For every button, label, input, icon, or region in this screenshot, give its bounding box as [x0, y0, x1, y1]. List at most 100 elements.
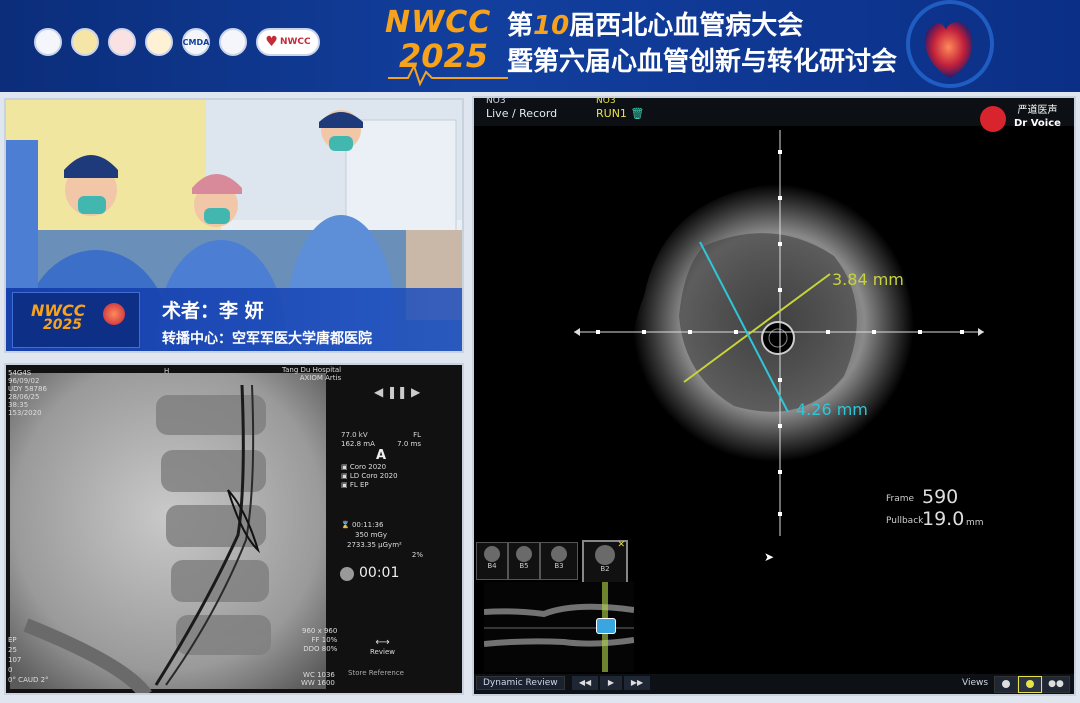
info-line: 153/2020 — [8, 409, 42, 417]
dose-percent: 2% — [411, 551, 423, 559]
sponsor-logos: CMDA ♥ NWCC — [34, 28, 320, 56]
cmda-logo: CMDA — [182, 28, 210, 56]
watermark-cn: 严道医声 — [1017, 105, 1058, 116]
angle-line: 107 — [8, 656, 22, 664]
ddo-value: DDO 80% — [303, 645, 338, 653]
heart-graphic-icon — [906, 0, 994, 88]
ww-value: WW 1600 — [301, 679, 335, 687]
tab-live-record[interactable]: Live / Record — [486, 107, 557, 120]
thumb-label: B4 — [487, 562, 497, 570]
info-line: 28/06/25 — [8, 393, 40, 401]
info-line: 96/09/02 — [8, 377, 40, 385]
store-reference-button[interactable]: Store Reference — [348, 669, 404, 677]
society-logo-3 — [108, 28, 136, 56]
angle-line: 0° CAUD 2° — [8, 676, 49, 684]
bookmark-thumb[interactable]: B5 — [508, 542, 540, 580]
view-single-button[interactable] — [994, 676, 1018, 693]
program-item[interactable]: ▣ LD Coro 2020 — [341, 472, 421, 481]
wc-value: WC 1036 — [303, 671, 335, 679]
thumb-label: B2 — [600, 565, 610, 573]
measurement-diameter-2: 4.26 mm — [796, 400, 868, 419]
tab-top-label: NO3 — [486, 96, 506, 106]
thumb-close-icon[interactable]: ✕ — [617, 540, 625, 550]
thumb-label: B5 — [519, 562, 529, 570]
brand-line1: NWCC — [385, 5, 492, 40]
view-lumen-button[interactable] — [1018, 676, 1042, 693]
review-arrow-icon: ⟷ — [375, 637, 390, 648]
system-name: AXIOM Artis — [299, 374, 342, 382]
kv-value: 77.0 kV — [341, 431, 368, 439]
program-letter: A — [375, 448, 387, 463]
thumb-ivus-icon — [484, 546, 500, 562]
window-level: WC 1036 WW 1600 — [301, 671, 335, 687]
timer-icon — [340, 567, 354, 581]
angle-line: EP — [8, 636, 17, 644]
frame-value: 590 — [922, 486, 959, 508]
tab-run1[interactable]: RUN1 🗑 — [596, 107, 644, 120]
ms-value: 7.0 ms — [397, 440, 421, 448]
fast-forward-button[interactable]: ▶▶ — [624, 676, 650, 690]
thumb-ivus-icon — [551, 546, 567, 562]
conference-title: 第10届西北心血管病大会 暨第六届心血管创新与转化研讨会 — [507, 8, 897, 80]
dynamic-review-button[interactable]: Dynamic Review — [476, 676, 565, 690]
nwcc-brand: NWCC 2025 — [385, 5, 492, 73]
society-logo-4 — [145, 28, 173, 56]
angle-line: 0 — [8, 666, 13, 674]
mouse-cursor-icon: ➤ — [764, 550, 775, 564]
nwcc-video-logo: NWCC 2025 — [12, 292, 140, 348]
view-bulb-icon — [1026, 680, 1034, 688]
ivus-pane: NO3 Live / Record NO3 RUN1 🗑 严道医声 Dr Voi… — [472, 96, 1076, 696]
heart-mini-icon — [103, 303, 125, 325]
program-item[interactable]: ▣ Coro 2020 — [341, 463, 421, 472]
pullback-unit: mm — [966, 518, 984, 528]
review-label: Review — [370, 648, 395, 656]
hospital-name: Tang Du Hospital — [282, 366, 342, 374]
program-label: FL EP — [349, 481, 369, 489]
measurement-diameter-1: 3.84 mm — [832, 270, 904, 289]
review-button[interactable]: ⟷ Review — [370, 637, 395, 656]
rewind-button[interactable]: ◀◀ — [572, 676, 598, 690]
play-button[interactable]: ▶ — [600, 676, 622, 690]
society-logo-1 — [34, 28, 62, 56]
conference-subtitle: 暨第六届心血管创新与转化研讨会 — [507, 47, 898, 77]
title-suffix: 届西北心血管病大会 — [569, 11, 804, 41]
patient-info-block: 54G4S 96/09/02 UDY 58786 28/06/25 38:35 … — [8, 369, 47, 417]
ff-value: FF 10% — [311, 636, 338, 644]
matrix-size: 960 x 960 — [302, 627, 338, 635]
surgeon-name: 术者：李 妍 — [162, 300, 264, 322]
fl-label: FL — [413, 431, 421, 439]
frame-cursor-handle[interactable] — [596, 618, 616, 634]
thumb-ivus-icon — [516, 546, 532, 562]
views-label: Views — [962, 678, 989, 688]
program-item[interactable]: ▣ FL EP — [341, 481, 421, 490]
program-label: LD Coro 2020 — [349, 472, 398, 480]
ivus-cross-section — [574, 130, 984, 536]
ma-value: 162.8 mA — [341, 440, 375, 448]
trash-icon[interactable]: 🗑 — [630, 107, 644, 120]
playback-controls[interactable]: ◀ ❚❚ ▶ — [374, 385, 420, 399]
bookmark-thumb[interactable]: B4 — [476, 542, 508, 580]
bookmark-thumb-selected[interactable]: B2 ✕ — [582, 540, 628, 584]
angiography-pane: 54G4S 96/09/02 UDY 58786 28/06/25 38:35 … — [4, 363, 464, 695]
playback-buttons: ◀◀ ▶ ▶▶ — [572, 676, 650, 690]
title-prefix: 第 — [507, 11, 534, 41]
operating-room-video: NWCC 2025 术者：李 妍 转播中心：空军军医大学唐都医院 — [4, 98, 464, 353]
view-dual-button[interactable]: ●● — [1042, 676, 1070, 693]
orientation-marker: H — [164, 367, 170, 375]
pullback-value: 19.0 — [922, 508, 965, 530]
nwcc-heart-logo: ♥ NWCC — [256, 28, 320, 56]
thumb-label: B3 — [554, 562, 564, 570]
event-banner: CMDA ♥ NWCC NWCC 2025 第10届西北心血管病大会 暨第六届心血… — [0, 0, 1080, 92]
run-tab-top: NO3 — [596, 96, 616, 106]
title-number: 10 — [533, 11, 570, 41]
frame-label: Frame — [886, 494, 915, 504]
society-logo-6 — [219, 28, 247, 56]
dose-mgy: 350 mGy — [355, 531, 387, 539]
angle-line: 25 — [8, 646, 17, 654]
pullback-label: Pullback — [886, 516, 924, 526]
run-timer: 00:01 — [359, 565, 400, 581]
thumb-ivus-icon — [595, 545, 615, 565]
view-dot-icon — [1002, 680, 1010, 688]
info-line: UDY 58786 — [8, 385, 47, 393]
bookmark-thumb[interactable]: B3 — [540, 542, 578, 580]
